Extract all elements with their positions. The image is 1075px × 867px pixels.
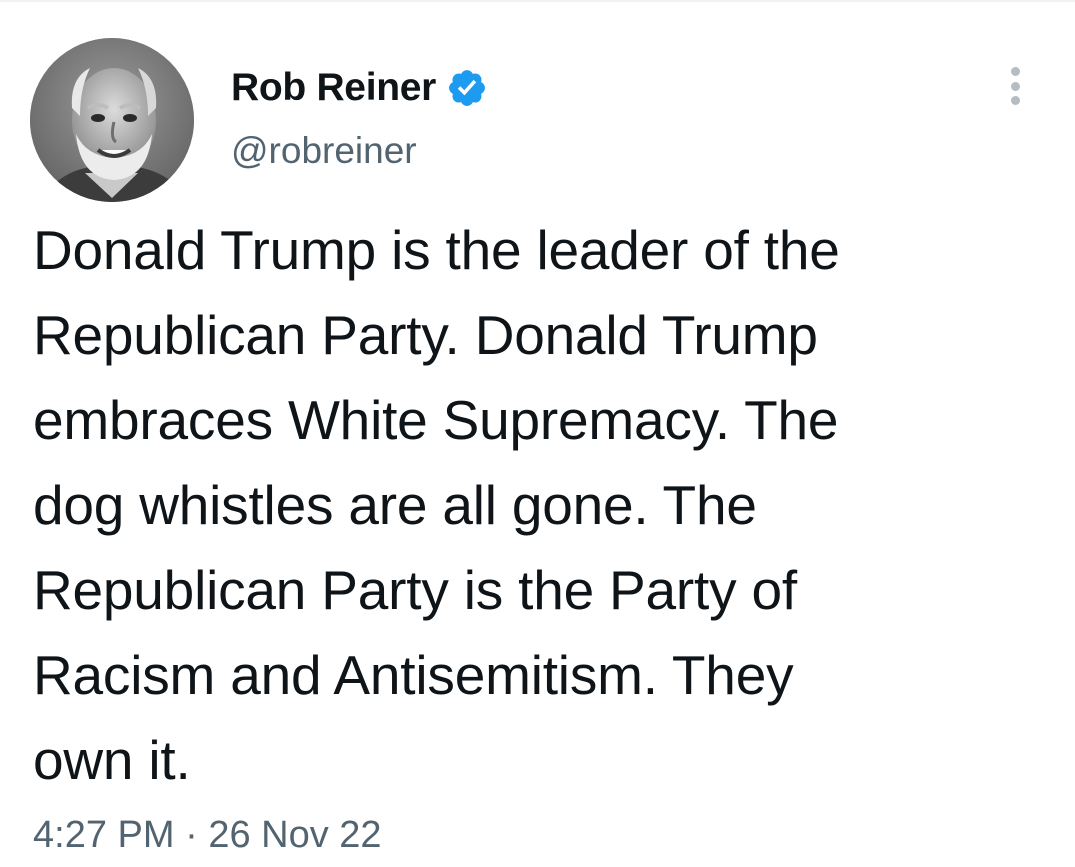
tweet-time[interactable]: 4:27 PM [33, 814, 175, 856]
tweet-text: Donald Trump is the leader of the Republ… [33, 208, 1043, 803]
more-vertical-icon-dot [1010, 96, 1020, 105]
tweet-text-line: Racism and Antisemitism. They [33, 644, 794, 706]
tweet-text-line: Republican Party. Donald Trump [33, 304, 818, 366]
tweet-timestamp: 4:27 PM · 26 Nov 22 [33, 814, 382, 857]
tweet-text-line: Republican Party is the Party of [33, 559, 797, 621]
profile-photo [30, 38, 194, 202]
more-options-button[interactable] [998, 64, 1032, 108]
more-vertical-icon [1010, 67, 1020, 76]
author-handle[interactable]: @robreiner [231, 130, 417, 172]
tweet-text-line: own it. [33, 729, 191, 791]
tweet-date[interactable]: 26 Nov 22 [208, 814, 381, 856]
display-name[interactable]: Rob Reiner [231, 66, 436, 110]
top-divider [0, 0, 1075, 2]
tweet-text-line: Donald Trump is the leader of the [33, 219, 840, 281]
verified-badge-icon[interactable] [446, 67, 488, 109]
tweet-text-line: dog whistles are all gone. The [33, 474, 757, 536]
more-vertical-icon-dot [1010, 81, 1020, 91]
author-name-row[interactable]: Rob Reiner [231, 63, 488, 113]
tweet-text-line: embraces White Supremacy. The [33, 389, 839, 451]
avatar[interactable] [30, 38, 194, 202]
timestamp-separator: · [185, 814, 198, 856]
